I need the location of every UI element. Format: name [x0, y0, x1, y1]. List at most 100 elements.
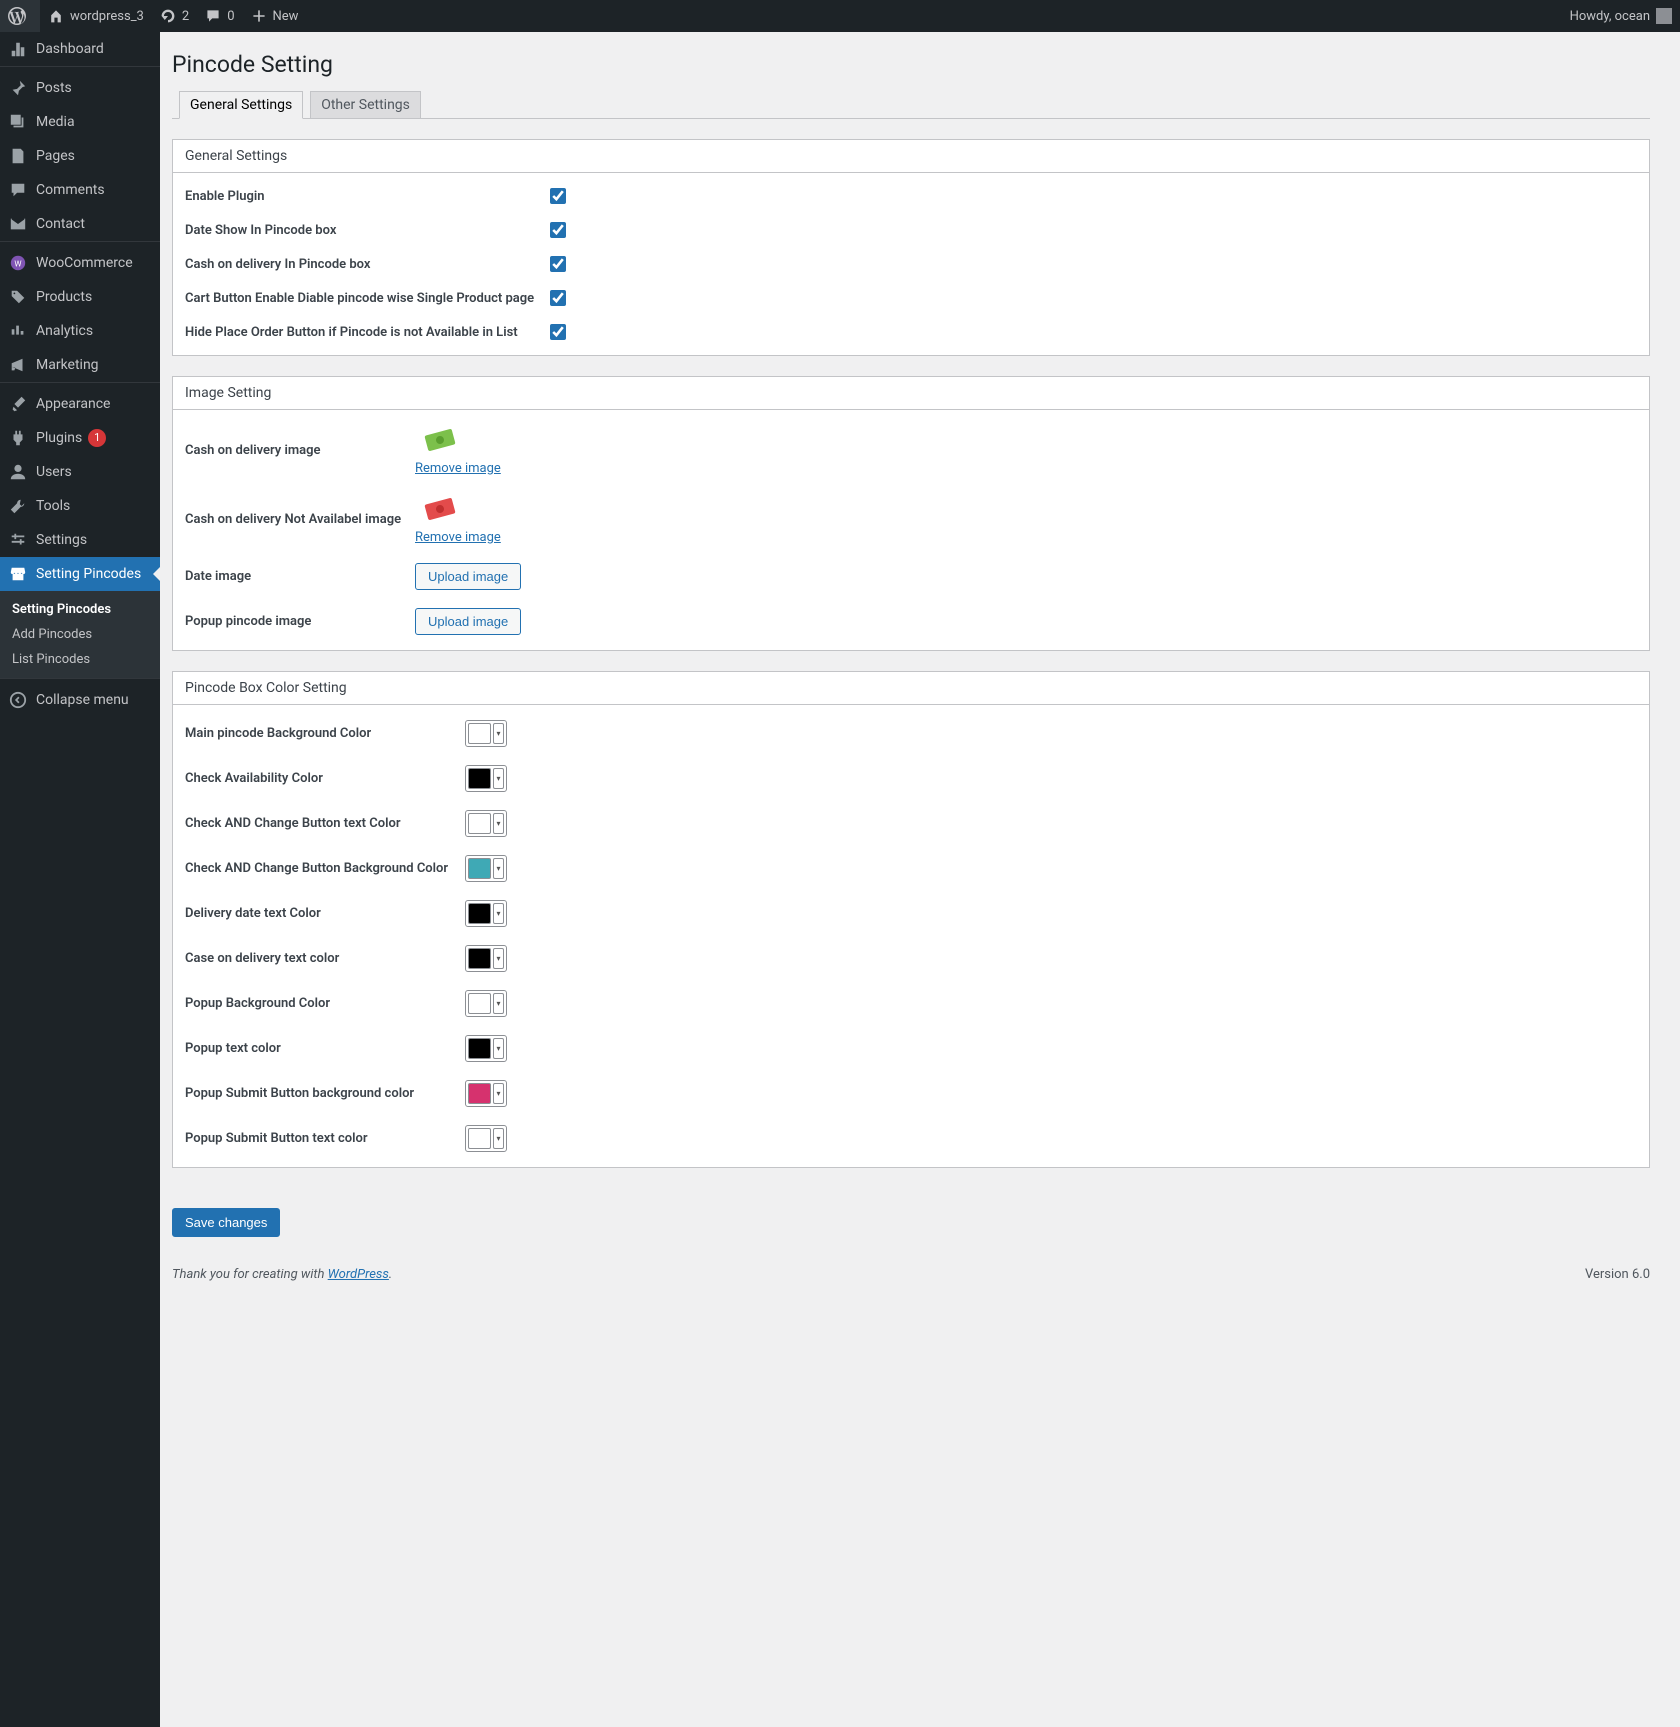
brush-icon — [8, 394, 28, 414]
pin-icon — [8, 78, 28, 98]
sidebar-item-posts[interactable]: Posts — [0, 71, 160, 105]
page-icon — [8, 146, 28, 166]
section-image: Image Setting Cash on delivery image Rem… — [172, 376, 1650, 651]
sidebar-item-contact[interactable]: Contact — [0, 207, 160, 241]
sidebar-item-collapse[interactable]: Collapse menu — [0, 683, 160, 717]
checkbox-date-show[interactable] — [550, 222, 566, 238]
sidebar-item-woocommerce[interactable]: WWooCommerce — [0, 246, 160, 280]
sidebar-item-comments[interactable]: Comments — [0, 173, 160, 207]
checkbox-hide-place-order[interactable] — [550, 324, 566, 340]
label-cod-na-image: Cash on delivery Not Availabel image — [185, 512, 415, 527]
remove-cod-image-link[interactable]: Remove image — [415, 461, 501, 476]
my-account-link[interactable]: Howdy, ocean — [1562, 0, 1680, 32]
wrench-icon — [8, 496, 28, 516]
checkbox-cod-box[interactable] — [550, 256, 566, 272]
section-title: General Settings — [173, 140, 1649, 173]
color-toggle-icon: ▾ — [493, 858, 504, 879]
submenu-pincodes: Setting Pincodes Add Pincodes List Pinco… — [0, 591, 160, 678]
checkbox-cart-button[interactable] — [550, 290, 566, 306]
color-toggle-icon: ▾ — [493, 948, 504, 969]
sidebar-item-analytics[interactable]: Analytics — [0, 314, 160, 348]
color-toggle-icon: ▾ — [493, 1128, 504, 1149]
label-popup-submit-text: Popup Submit Button text color — [185, 1131, 465, 1146]
label-cod-box: Cash on delivery In Pincode box — [185, 257, 550, 272]
section-color: Pincode Box Color Setting Main pincode B… — [172, 671, 1650, 1168]
products-icon — [8, 287, 28, 307]
media-icon — [8, 112, 28, 132]
color-picker-check-change-text[interactable]: ▾ — [465, 810, 507, 837]
sidebar-item-media[interactable]: Media — [0, 105, 160, 139]
upload-date-image-button[interactable]: Upload image — [415, 563, 521, 590]
submenu-add-pincodes[interactable]: Add Pincodes — [0, 622, 160, 647]
cod-image-thumb — [415, 425, 465, 457]
submenu-setting-pincodes[interactable]: Setting Pincodes — [0, 597, 160, 622]
label-cod-image: Cash on delivery image — [185, 443, 415, 458]
remove-cod-na-image-link[interactable]: Remove image — [415, 530, 501, 545]
comments-link[interactable]: 0 — [197, 0, 242, 32]
collapse-icon — [8, 690, 28, 710]
admin-toolbar: wordpress_3 2 0 New Howdy, ocean — [0, 0, 1680, 32]
label-date-show: Date Show In Pincode box — [185, 223, 550, 238]
label-check-change-bg: Check AND Change Button Background Color — [185, 861, 465, 876]
updates-count: 2 — [182, 9, 189, 24]
sidebar-item-setting-pincodes[interactable]: Setting Pincodes — [0, 557, 160, 591]
page-title: Pincode Setting — [172, 42, 1650, 82]
checkbox-enable-plugin[interactable] — [550, 188, 566, 204]
plugins-badge: 1 — [88, 429, 106, 447]
mail-icon — [8, 214, 28, 234]
site-name-link[interactable]: wordpress_3 — [40, 0, 152, 32]
plugin-icon — [8, 428, 28, 448]
new-label: New — [273, 9, 299, 24]
sidebar-item-dashboard[interactable]: Dashboard — [0, 32, 160, 66]
sidebar-item-settings[interactable]: Settings — [0, 523, 160, 557]
marketing-icon — [8, 355, 28, 375]
avatar — [1656, 8, 1672, 24]
section-title: Pincode Box Color Setting — [173, 672, 1649, 705]
dashboard-icon — [8, 39, 28, 59]
label-popup-submit-bg: Popup Submit Button background color — [185, 1086, 465, 1101]
color-toggle-icon: ▾ — [493, 1083, 504, 1104]
sidebar-item-tools[interactable]: Tools — [0, 489, 160, 523]
sidebar-item-marketing[interactable]: Marketing — [0, 348, 160, 382]
wp-logo[interactable] — [0, 0, 40, 32]
tab-general[interactable]: General Settings — [179, 91, 303, 119]
color-picker-popup-submit-text[interactable]: ▾ — [465, 1125, 507, 1152]
color-picker-popup-bg[interactable]: ▾ — [465, 990, 507, 1017]
save-button[interactable]: Save changes — [172, 1208, 280, 1237]
label-check-avail: Check Availability Color — [185, 771, 465, 786]
analytics-icon — [8, 321, 28, 341]
store-icon — [8, 564, 28, 584]
label-popup-bg: Popup Background Color — [185, 996, 465, 1011]
tab-other[interactable]: Other Settings — [310, 91, 421, 118]
color-picker-main-bg[interactable]: ▾ — [465, 720, 507, 747]
color-picker-check-change-bg[interactable]: ▾ — [465, 855, 507, 882]
color-picker-check-avail[interactable]: ▾ — [465, 765, 507, 792]
svg-text:W: W — [14, 259, 21, 269]
wordpress-link[interactable]: WordPress — [328, 1267, 389, 1282]
label-cart-button: Cart Button Enable Diable pincode wise S… — [185, 291, 550, 306]
upload-popup-image-button[interactable]: Upload image — [415, 608, 521, 635]
label-date-image: Date image — [185, 569, 415, 584]
updates-link[interactable]: 2 — [152, 0, 197, 32]
sidebar-item-pages[interactable]: Pages — [0, 139, 160, 173]
color-picker-delivery-date[interactable]: ▾ — [465, 900, 507, 927]
submenu-list-pincodes[interactable]: List Pincodes — [0, 647, 160, 672]
sidebar-item-appearance[interactable]: Appearance — [0, 387, 160, 421]
color-picker-popup-text[interactable]: ▾ — [465, 1035, 507, 1062]
color-toggle-icon: ▾ — [493, 1038, 504, 1059]
cod-na-image-thumb — [415, 494, 465, 526]
user-icon — [8, 462, 28, 482]
sidebar-item-users[interactable]: Users — [0, 455, 160, 489]
sidebar-item-products[interactable]: Products — [0, 280, 160, 314]
color-picker-cod-text[interactable]: ▾ — [465, 945, 507, 972]
color-toggle-icon: ▾ — [493, 903, 504, 924]
new-link[interactable]: New — [243, 0, 307, 32]
label-main-bg: Main pincode Background Color — [185, 726, 465, 741]
label-hide-place-order: Hide Place Order Button if Pincode is no… — [185, 325, 550, 340]
label-popup-image: Popup pincode image — [185, 614, 415, 629]
color-toggle-icon: ▾ — [493, 723, 504, 744]
color-picker-popup-submit-bg[interactable]: ▾ — [465, 1080, 507, 1107]
site-name: wordpress_3 — [70, 9, 144, 24]
sidebar-item-plugins[interactable]: Plugins1 — [0, 421, 160, 455]
color-toggle-icon: ▾ — [493, 768, 504, 789]
